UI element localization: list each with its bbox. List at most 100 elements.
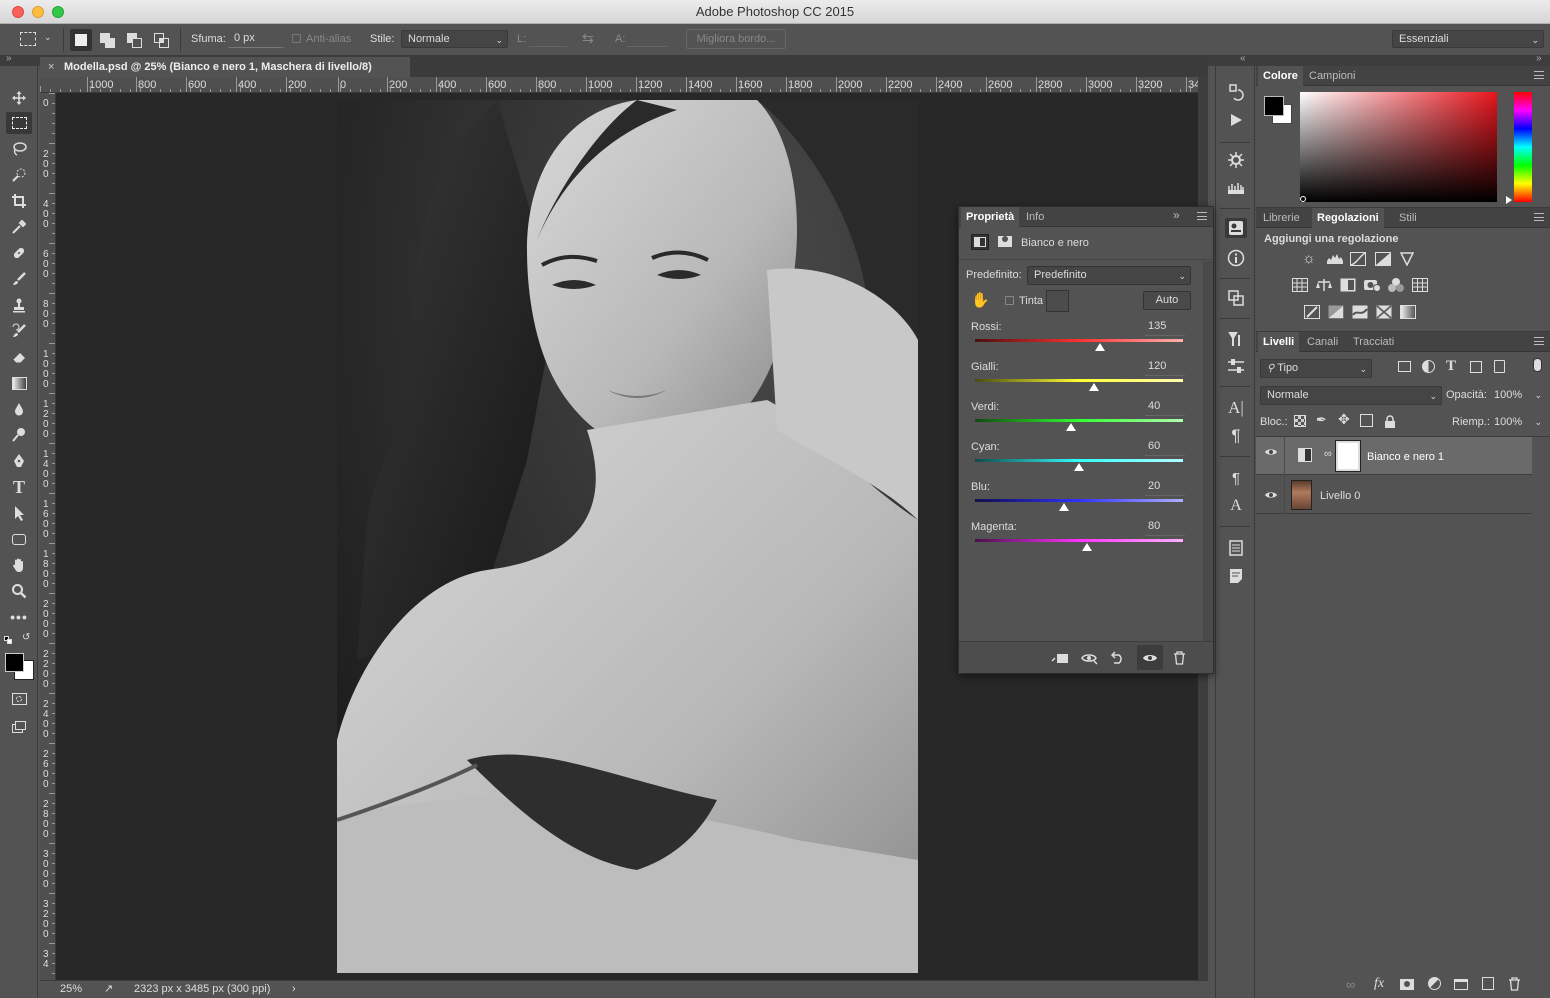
layer-row-bianco-e-nero[interactable]: ∞ Bianco e nero 1 <box>1256 437 1532 475</box>
brush-presets-icon[interactable] <box>1225 178 1247 198</box>
hue-saturation-icon[interactable] <box>1292 278 1308 292</box>
antialias-checkbox[interactable] <box>292 34 301 43</box>
clone-stamp-tool-icon[interactable] <box>6 294 32 316</box>
opacity-input[interactable]: 100% ⌄ <box>1492 387 1544 405</box>
tab-librerie[interactable]: Librerie <box>1258 208 1305 228</box>
expand-toolbar-icon[interactable]: » <box>6 53 12 64</box>
actions-play-icon[interactable] <box>1225 110 1247 130</box>
add-selection-button[interactable] <box>97 29 119 51</box>
threshold-icon[interactable] <box>1352 305 1368 319</box>
layer-mask-thumbnail[interactable] <box>1335 440 1361 472</box>
collapse-dock-icon[interactable]: « <box>1240 53 1246 64</box>
path-selection-tool-icon[interactable] <box>6 502 32 524</box>
new-layer-icon[interactable] <box>1482 977 1494 990</box>
levels-icon[interactable] <box>1326 253 1344 265</box>
brush-tool-icon[interactable] <box>6 268 32 290</box>
hue-slider-handle[interactable] <box>1506 196 1512 204</box>
close-window-button[interactable] <box>12 6 24 18</box>
toggle-visibility-icon[interactable] <box>1137 645 1163 670</box>
delete-adjustment-icon[interactable] <box>1173 651 1186 665</box>
notes-icon[interactable] <box>1225 566 1247 586</box>
lock-transparency-icon[interactable] <box>1294 415 1306 427</box>
new-selection-button[interactable] <box>70 29 92 51</box>
panel-menu-icon[interactable] <box>1534 337 1544 345</box>
hand-tool-icon[interactable] <box>6 554 32 576</box>
color-balance-icon[interactable] <box>1315 278 1333 292</box>
history-brush-tool-icon[interactable] <box>6 320 32 342</box>
mask-link-icon[interactable]: ∞ <box>1324 448 1332 460</box>
fill-input[interactable]: 100% ⌄ <box>1492 414 1544 432</box>
slider-track[interactable] <box>975 459 1183 462</box>
slider-value-input[interactable]: 120 <box>1145 360 1185 376</box>
eraser-tool-icon[interactable] <box>6 346 32 368</box>
slider-track[interactable] <box>975 539 1183 542</box>
slider-thumb[interactable] <box>1074 463 1084 471</box>
targeted-adjustment-hand-icon[interactable]: ✋ <box>971 291 990 309</box>
filter-toggle[interactable] <box>1533 358 1542 372</box>
tab-colore[interactable]: Colore <box>1258 66 1303 86</box>
lock-all-icon[interactable] <box>1384 415 1396 428</box>
view-previous-state-icon[interactable] <box>1081 651 1099 665</box>
zoom-window-button[interactable] <box>52 6 64 18</box>
share-icon[interactable]: ↗ <box>104 982 113 995</box>
tab-proprieta[interactable]: Proprietà <box>961 207 1020 227</box>
width-input[interactable] <box>529 46 567 47</box>
link-layers-icon[interactable]: ∞ <box>1346 977 1355 992</box>
tab-regolazioni[interactable]: Regolazioni <box>1312 208 1384 228</box>
healing-brush-tool-icon[interactable] <box>6 242 32 264</box>
slider-thumb[interactable] <box>1065 423 1076 431</box>
lock-position-icon[interactable]: ✥ <box>1338 411 1350 428</box>
shape-tool-icon[interactable] <box>6 528 32 550</box>
tab-stili[interactable]: Stili <box>1394 208 1422 228</box>
character-styles-icon[interactable]: A <box>1225 496 1247 516</box>
photo-filter-icon[interactable] <box>1363 277 1381 292</box>
selective-color-icon[interactable] <box>1376 305 1392 319</box>
lasso-tool-icon[interactable] <box>6 138 32 160</box>
add-mask-icon[interactable] <box>1400 979 1414 990</box>
slider-track[interactable] <box>975 339 1183 342</box>
tint-color-swatch[interactable] <box>1046 290 1069 312</box>
rectangular-marquee-tool-icon[interactable] <box>6 112 32 134</box>
document-tab[interactable]: × Modella.psd @ 25% (Bianco e nero 1, Ma… <box>40 57 410 77</box>
new-adjustment-icon[interactable] <box>1428 977 1441 990</box>
filter-type-icon[interactable]: T <box>1446 358 1456 375</box>
blend-mode-select[interactable]: Normale ⌄ <box>1260 386 1442 405</box>
adjustment-type-icon[interactable] <box>971 234 989 250</box>
brightness-contrast-icon[interactable]: ☼ <box>1302 250 1316 267</box>
slider-track[interactable] <box>975 419 1183 422</box>
slider-value-input[interactable]: 60 <box>1145 440 1185 456</box>
panel-menu-icon[interactable] <box>1534 71 1544 79</box>
delete-layer-icon[interactable] <box>1508 977 1521 991</box>
style-select[interactable]: Normale ⌄ <box>401 30 508 48</box>
reset-adjustment-icon[interactable] <box>1111 650 1125 664</box>
layer-name[interactable]: Bianco e nero 1 <box>1367 451 1444 463</box>
subtract-selection-button[interactable] <box>124 29 146 51</box>
eyedropper-tool-icon[interactable] <box>6 216 32 238</box>
auto-button[interactable]: Auto <box>1143 291 1191 310</box>
color-field[interactable] <box>1300 92 1497 202</box>
height-input[interactable] <box>627 46 667 47</box>
blur-tool-icon[interactable] <box>6 398 32 420</box>
preset-select[interactable]: Predefinito ⌄ <box>1027 266 1191 285</box>
curves-icon[interactable] <box>1350 252 1366 266</box>
tab-canali[interactable]: Canali <box>1302 332 1343 352</box>
move-tool-icon[interactable] <box>6 87 32 109</box>
tint-checkbox[interactable] <box>1005 296 1014 305</box>
panel-menu-icon[interactable] <box>1534 213 1544 221</box>
gradient-tool-icon[interactable] <box>6 372 32 394</box>
invert-icon[interactable] <box>1304 305 1320 319</box>
foreground-color-swatch[interactable] <box>5 653 24 672</box>
swap-icon[interactable]: ⇆ <box>582 30 594 47</box>
color-picker-handle[interactable] <box>1300 196 1306 202</box>
brush-settings-icon[interactable] <box>1225 150 1247 170</box>
pen-tool-icon[interactable] <box>6 450 32 472</box>
layer-row-livello-0[interactable]: Livello 0 <box>1256 476 1532 514</box>
zoom-level[interactable]: 25% <box>60 983 82 995</box>
lock-pixels-icon[interactable]: ✒ <box>1316 412 1327 428</box>
more-tools-icon[interactable]: ••• <box>6 606 32 628</box>
color-lookup-icon[interactable] <box>1412 278 1428 292</box>
gradient-map-icon[interactable] <box>1400 305 1416 319</box>
zoom-tool-icon[interactable] <box>6 580 32 602</box>
posterize-icon[interactable] <box>1328 305 1344 319</box>
tab-livelli[interactable]: Livelli <box>1258 332 1300 352</box>
